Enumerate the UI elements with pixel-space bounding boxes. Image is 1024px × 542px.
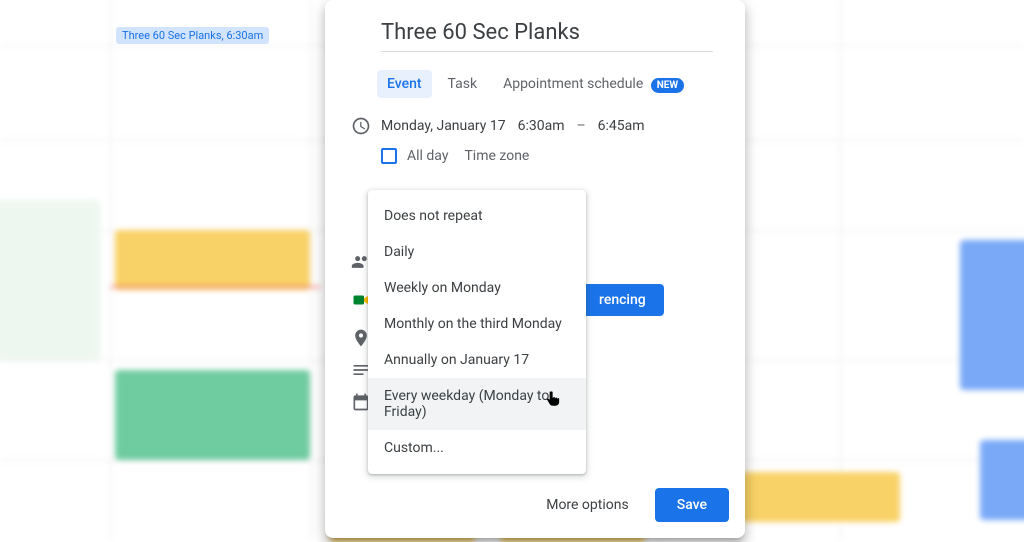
recurrence-option-none[interactable]: Does not repeat — [368, 198, 586, 234]
timezone-link[interactable]: Time zone — [464, 148, 529, 164]
calendar-event-pill[interactable]: Three 60 Sec Planks, 6:30am — [116, 27, 269, 44]
recurrence-option-monthly[interactable]: Monthly on the third Monday — [368, 306, 586, 342]
recurrence-option-annually[interactable]: Annually on January 17 — [368, 342, 586, 378]
event-title-input[interactable] — [381, 20, 713, 52]
allday-label: All day — [407, 148, 448, 164]
recurrence-option-daily[interactable]: Daily — [368, 234, 586, 270]
event-type-tabs: Event Task Appointment schedule NEW — [377, 70, 729, 98]
event-date[interactable]: Monday, January 17 — [381, 118, 506, 134]
event-start-time[interactable]: 6:30am — [518, 118, 565, 134]
save-button[interactable]: Save — [655, 488, 729, 522]
allday-row: All day Time zone — [381, 148, 729, 164]
clock-icon — [341, 116, 381, 136]
time-dash: – — [576, 118, 585, 134]
new-badge: NEW — [651, 78, 684, 93]
more-options-button[interactable]: More options — [532, 489, 643, 521]
tab-event[interactable]: Event — [377, 70, 432, 98]
tab-appointment-schedule[interactable]: Appointment schedule NEW — [493, 70, 694, 98]
recurrence-option-custom[interactable]: Custom... — [368, 430, 586, 466]
add-meet-conferencing-button[interactable]: rencing — [581, 284, 664, 316]
recurrence-option-weekly[interactable]: Weekly on Monday — [368, 270, 586, 306]
event-end-time[interactable]: 6:45am — [598, 118, 645, 134]
allday-checkbox[interactable] — [381, 148, 397, 164]
datetime-row: Monday, January 17 6:30am – 6:45am — [341, 116, 729, 136]
mouse-cursor-icon — [544, 390, 562, 412]
recurrence-dropdown: Does not repeat Daily Weekly on Monday M… — [368, 190, 586, 474]
tab-task[interactable]: Task — [438, 70, 488, 98]
tab-appointment-label: Appointment schedule — [503, 76, 643, 92]
